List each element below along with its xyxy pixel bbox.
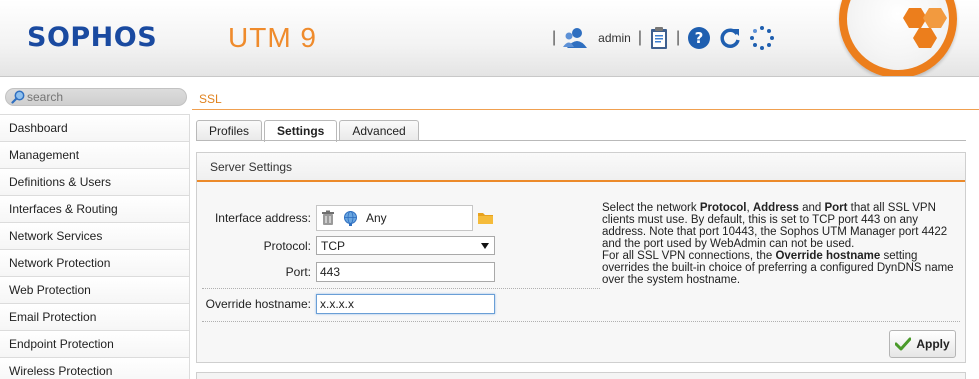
port-row: Port: xyxy=(197,262,495,282)
tab-advanced[interactable]: Advanced xyxy=(339,120,419,141)
breadcrumb: SSL xyxy=(192,88,979,110)
toolbar-separator: | xyxy=(637,29,642,46)
help-paragraph-1: Select the network Protocol, Address and… xyxy=(602,202,948,250)
sophos-emblem xyxy=(839,0,957,76)
checkmark-icon xyxy=(895,337,912,351)
interface-label: Interface address: xyxy=(214,211,311,225)
hexagon-logo-icon xyxy=(903,8,947,48)
sidebar-item-definitions-users[interactable]: Definitions & Users xyxy=(0,168,190,195)
svg-text:?: ? xyxy=(695,29,704,47)
override-hostname-row: Override hostname: xyxy=(197,294,495,314)
protocol-row: Protocol: TCP xyxy=(197,236,495,255)
footer-divider xyxy=(202,321,960,322)
sidebar-item-dashboard[interactable]: Dashboard xyxy=(0,114,190,141)
clipboard-icon[interactable] xyxy=(649,26,669,50)
globe-network-icon xyxy=(344,210,357,226)
sidebar-item-network-protection[interactable]: Network Protection xyxy=(0,249,190,276)
sidebar-item-network-services[interactable]: Network Services xyxy=(0,222,190,249)
sidebar-item-wireless-protection[interactable]: Wireless Protection xyxy=(0,357,190,379)
activity-spinner-icon xyxy=(749,25,775,51)
sidebar-item-web-protection[interactable]: Web Protection xyxy=(0,276,190,303)
user-icon[interactable] xyxy=(563,27,591,49)
header-toolbar: | admin | | ? xyxy=(552,24,775,52)
tab-bar: Profiles Settings Advanced xyxy=(196,120,419,142)
apply-label: Apply xyxy=(916,337,950,351)
chevron-down-icon xyxy=(481,242,489,249)
interface-value: Any xyxy=(366,211,387,225)
reload-icon[interactable] xyxy=(718,26,742,50)
server-settings-panel: Server Settings Interface address: Any P… xyxy=(196,152,966,363)
interface-dropzone[interactable]: Any xyxy=(316,205,473,231)
breadcrumb-ssl[interactable]: SSL xyxy=(199,92,222,106)
port-input[interactable] xyxy=(316,262,495,282)
sidebar-nav: Dashboard Management Definitions & Users… xyxy=(0,114,190,379)
tab-divider xyxy=(196,140,966,141)
help-text: Select the network Protocol, Address and… xyxy=(602,202,957,286)
override-hostname-input[interactable] xyxy=(316,294,495,314)
search-input[interactable] xyxy=(27,90,177,104)
product-name: UTM 9 xyxy=(228,22,317,53)
sidebar-item-endpoint-protection[interactable]: Endpoint Protection xyxy=(0,330,190,357)
folder-icon[interactable] xyxy=(477,211,494,225)
toolbar-separator: | xyxy=(676,29,681,46)
search-bar[interactable] xyxy=(5,88,187,106)
override-hostname-label: Override hostname: xyxy=(205,297,311,311)
sidebar-item-management[interactable]: Management xyxy=(0,141,190,168)
search-icon xyxy=(11,90,25,104)
next-panel-edge xyxy=(196,372,966,379)
protocol-select[interactable]: TCP xyxy=(316,236,495,255)
tab-profiles[interactable]: Profiles xyxy=(196,120,263,141)
protocol-value: TCP xyxy=(321,238,345,253)
help-icon[interactable]: ? xyxy=(687,26,711,50)
port-label: Port: xyxy=(285,265,311,279)
user-name[interactable]: admin xyxy=(598,31,631,45)
app-header: SOPHOS UTM 9 | admin | | ? xyxy=(0,0,979,77)
sidebar-item-interfaces-routing[interactable]: Interfaces & Routing xyxy=(0,195,190,222)
protocol-label: Protocol: xyxy=(263,238,311,253)
tab-settings[interactable]: Settings xyxy=(264,120,338,142)
panel-title: Server Settings xyxy=(197,153,965,182)
sidebar-item-email-protection[interactable]: Email Protection xyxy=(0,303,190,330)
interface-row: Interface address: Any xyxy=(197,205,494,231)
apply-button[interactable]: Apply xyxy=(889,330,956,358)
toolbar-separator: | xyxy=(552,29,557,46)
sophos-logo: SOPHOS xyxy=(27,22,158,53)
form-divider xyxy=(202,288,600,289)
trash-icon[interactable] xyxy=(321,210,335,226)
help-paragraph-2: For all SSL VPN connections, the Overrid… xyxy=(602,250,954,286)
